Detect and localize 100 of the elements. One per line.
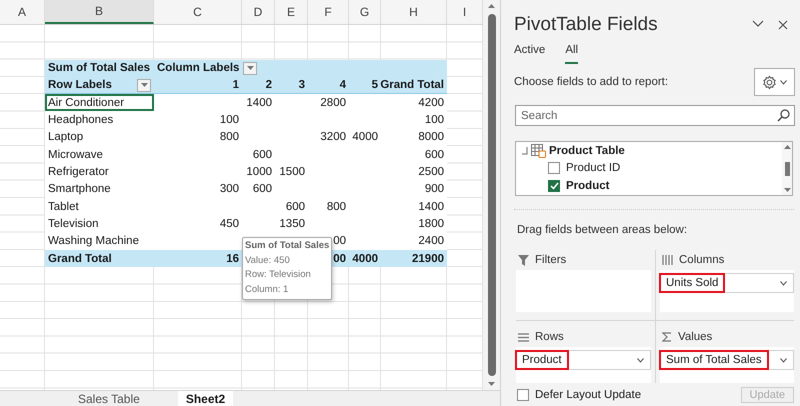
drop-area[interactable]: Sum of Total Sales [660, 347, 794, 383]
scrollbar-thumb[interactable] [784, 162, 790, 176]
up-arrow-icon[interactable] [784, 145, 790, 149]
vertical-scrollbar[interactable] [483, 0, 500, 390]
value-cell: 1400 [246, 96, 272, 109]
value-cell: 16 [226, 252, 239, 264]
value-cell: 4000 [352, 252, 378, 264]
value-cell: 4000 [352, 131, 378, 144]
filter-dropdown-button[interactable] [243, 62, 258, 75]
value-cell: 2800 [320, 96, 346, 109]
panel-tab[interactable]: All [565, 42, 578, 64]
value-cell: 600 [424, 148, 444, 161]
value-cell: 4200 [418, 96, 444, 109]
value-cell: 100 [220, 114, 239, 126]
list-scrollbar[interactable] [782, 142, 792, 195]
row-label[interactable]: Washing Machine [45, 232, 154, 250]
column-header[interactable]: C [154, 0, 242, 24]
columns-icon [662, 255, 673, 265]
column-header[interactable]: B [45, 0, 154, 24]
caret-icon [637, 358, 644, 362]
value-cell: 1000 [246, 166, 272, 178]
field-pill[interactable]: Units Sold [660, 273, 794, 293]
value-field-label: Sum of Total Sales [48, 62, 150, 74]
field-pill[interactable]: Sum of Total Sales [660, 350, 794, 370]
panel-tab[interactable]: Active [514, 42, 546, 64]
down-arrow-icon[interactable] [140, 83, 148, 88]
value-cell: 1800 [418, 218, 444, 230]
column-key: Grand Total [380, 79, 444, 92]
down-arrow-icon[interactable] [784, 188, 790, 192]
down-arrow-icon[interactable] [488, 382, 495, 386]
value-cell: 600 [252, 183, 272, 196]
area-label: Filters [535, 254, 566, 266]
search-field[interactable]: Search [515, 105, 795, 126]
value-cell: 2400 [418, 235, 444, 248]
row-label[interactable]: Television [45, 215, 154, 233]
tooltip-title: Sum of Total Sales [245, 239, 330, 253]
row-label[interactable]: Microwave [45, 146, 154, 164]
area-label: Columns [679, 254, 724, 266]
value-cell: 8000 [418, 131, 444, 144]
field-pill[interactable]: Product [516, 350, 651, 370]
worksheet-grid[interactable] [0, 25, 483, 390]
value-cell: 600 [286, 200, 305, 213]
field-checkbox[interactable] [548, 162, 560, 174]
tooltip-line: Value: 450 [245, 254, 290, 268]
sheet-tab[interactable]: Sheet2 [178, 391, 234, 406]
row-label[interactable]: Tablet [45, 198, 154, 216]
row-labels-header: Row Labels [48, 79, 112, 92]
row-label[interactable]: Refrigerator [45, 163, 154, 181]
drag-fields-label: Drag fields between areas below: [516, 224, 688, 236]
value-cell: 00 [333, 252, 346, 264]
filter-dropdown-button[interactable] [137, 78, 151, 92]
drop-area[interactable]: Product [516, 347, 651, 383]
value-cell: 3200 [320, 131, 346, 144]
rows-icon [518, 332, 529, 342]
column-key: 4 [340, 79, 346, 92]
tooltip-line: Row: Television [245, 268, 311, 282]
column-header[interactable]: H [381, 0, 447, 24]
column-key: 2 [266, 79, 272, 92]
value-cell: 1500 [279, 166, 305, 178]
defer-checkbox[interactable] [517, 389, 529, 401]
caret-icon [780, 358, 787, 362]
close-icon[interactable] [776, 18, 790, 32]
value-cell: 100 [424, 114, 444, 126]
row-label[interactable]: Grand Total [45, 250, 154, 268]
check-icon [550, 182, 558, 190]
value-cell: 900 [424, 183, 444, 196]
value-cell: 800 [220, 131, 239, 144]
panel-title: PivotTable Fields [514, 14, 658, 36]
tooltip-line: Column: 1 [245, 282, 288, 296]
area-label: Values [678, 331, 712, 343]
column-header[interactable]: E [275, 0, 308, 24]
choose-fields-label: Choose fields to add to report: [514, 76, 668, 88]
column-key: 3 [298, 79, 305, 92]
value-cell: 300 [220, 183, 239, 196]
sheet-tab[interactable]: Sales Table [70, 391, 148, 406]
column-header[interactable]: G [349, 0, 381, 24]
down-arrow-icon[interactable] [246, 66, 254, 70]
field-label: Product ID [566, 162, 620, 174]
tree-line-icon [522, 146, 528, 155]
settings-button[interactable] [754, 68, 795, 96]
caret-icon [780, 80, 787, 84]
field-checkbox[interactable] [548, 180, 560, 192]
caret-icon [780, 280, 787, 286]
value-cell: 450 [220, 218, 239, 230]
value-cell: 21900 [412, 252, 444, 264]
row-label[interactable]: Laptop [45, 128, 154, 146]
up-arrow-icon[interactable] [488, 4, 495, 8]
table-name[interactable]: Product Table [549, 144, 625, 157]
field-label: Product [566, 180, 610, 192]
column-header[interactable]: D [242, 0, 275, 24]
value-cell: 800 [326, 200, 346, 213]
column-key: 5 [372, 79, 378, 92]
row-label[interactable]: Headphones [45, 111, 154, 129]
drop-area[interactable]: Units Sold [660, 270, 794, 312]
value-cell: 1400 [418, 200, 444, 213]
column-labels-header: Column Labels [157, 62, 240, 74]
sigma-icon [662, 332, 672, 342]
row-label[interactable]: Smartphone [45, 180, 154, 198]
column-header[interactable]: F [308, 0, 349, 24]
row-label[interactable]: Air Conditioner [45, 94, 154, 112]
